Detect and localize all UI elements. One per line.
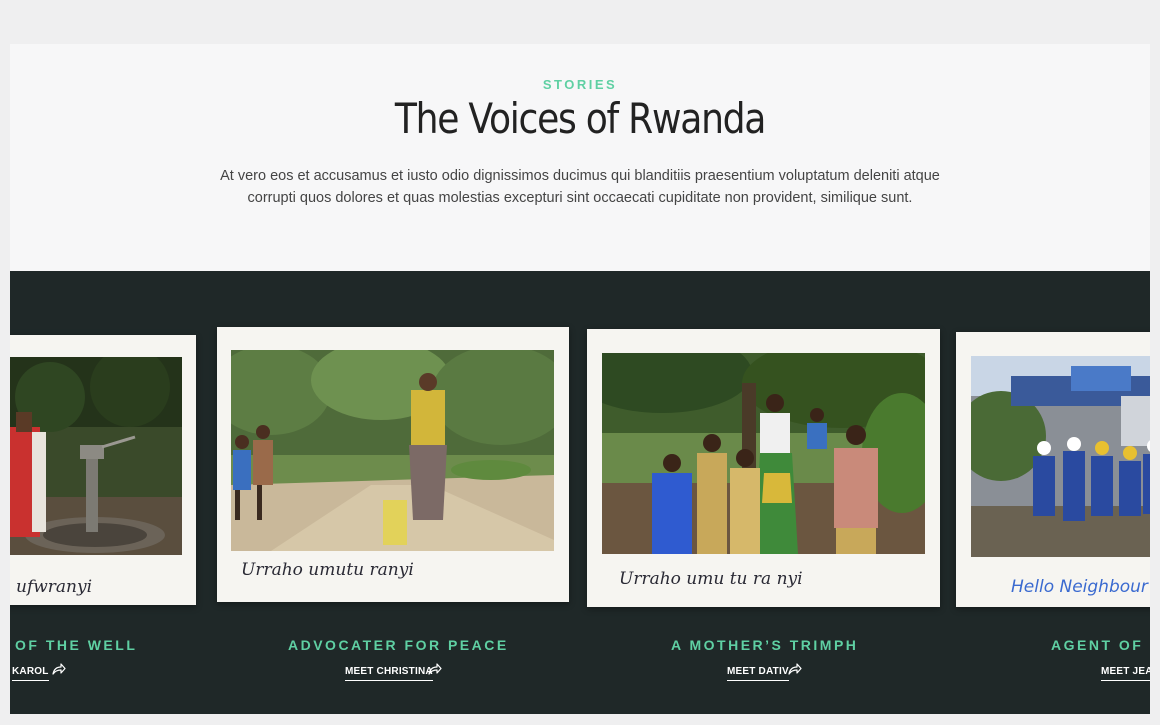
meet-link[interactable]: MEET DATIV	[727, 666, 789, 681]
story-photo-dativ	[602, 353, 925, 554]
share-arrow-icon[interactable]	[52, 663, 66, 675]
page-title: The Voices of Rwanda	[394, 94, 767, 143]
story-card-2[interactable]: Urraho umutu ranyi	[217, 327, 569, 602]
story-photo-jean	[971, 356, 1150, 557]
section-eyebrow: STORIES	[542, 77, 618, 92]
story-card-1[interactable]: ufwranyi	[10, 335, 196, 605]
story-caption: Urraho umutu ranyi	[241, 560, 414, 580]
meet-link[interactable]: KAROL	[12, 666, 49, 681]
share-arrow-icon[interactable]	[788, 663, 802, 675]
story-photo-well	[10, 357, 182, 555]
story-title: OF THE WELL	[15, 637, 138, 653]
page-description: At vero eos et accusamus et iusto odio d…	[220, 168, 940, 206]
story-caption: ufwranyi	[16, 577, 93, 597]
story-title: A MOTHER’S TRIMPH	[671, 637, 859, 653]
story-photo-christina	[231, 350, 554, 551]
story-caption: Hello Neighbour	[1011, 577, 1148, 597]
story-caption: Urraho umu tu ra nyi	[619, 569, 803, 589]
story-title: ADVOCATER FOR PEACE	[288, 637, 509, 653]
meet-link[interactable]: MEET JEAN	[1101, 666, 1150, 681]
stories-carousel: ufwranyi Urraho umutu ranyi Urraho umu t…	[10, 271, 1150, 714]
meet-link[interactable]: MEET CHRISTINA	[345, 666, 433, 681]
story-title: AGENT OF C	[1051, 637, 1150, 653]
share-arrow-icon[interactable]	[428, 663, 442, 675]
story-card-3[interactable]: Urraho umu tu ra nyi	[587, 329, 940, 607]
story-card-4[interactable]: Hello Neighbour	[956, 332, 1150, 607]
page-frame: STORIES The Voices of Rwanda At vero eos…	[10, 44, 1150, 714]
stories-header: STORIES The Voices of Rwanda At vero eos…	[10, 44, 1150, 271]
